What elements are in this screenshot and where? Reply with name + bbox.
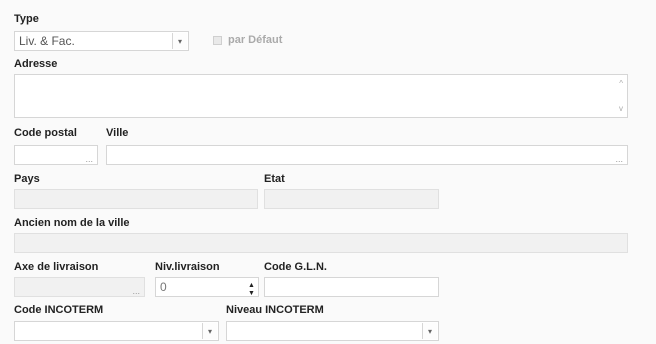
type-label: Type xyxy=(14,13,39,25)
etat-label: Etat xyxy=(264,173,285,185)
axe-livraison-input: ... xyxy=(14,277,145,297)
spin-down-icon[interactable]: ▼ xyxy=(248,290,255,298)
spin-up-icon[interactable]: ▲ xyxy=(248,282,255,290)
pays-label: Pays xyxy=(14,173,40,185)
ancien-nom-input xyxy=(14,233,628,253)
niv-livraison-value: 0 xyxy=(160,280,167,294)
code-postal-label: Code postal xyxy=(14,127,77,139)
code-gln-input[interactable] xyxy=(264,277,439,297)
axe-livraison-label: Axe de livraison xyxy=(14,261,99,273)
browse-icon[interactable]: ... xyxy=(85,155,93,164)
niveau-incoterm-select[interactable]: ▾ xyxy=(226,321,439,341)
ville-label: Ville xyxy=(106,127,129,139)
chevron-down-icon[interactable]: ▾ xyxy=(422,323,437,339)
niv-livraison-stepper[interactable]: 0 ▲ ▼ xyxy=(155,277,259,297)
spinner[interactable]: ▲ ▼ xyxy=(247,281,256,299)
pays-input xyxy=(14,189,258,209)
code-gln-label: Code G.L.N. xyxy=(264,261,327,273)
type-select[interactable]: Liv. & Fac. ▾ xyxy=(14,31,189,51)
adresse-label: Adresse xyxy=(14,58,58,70)
chevron-down-icon[interactable]: ▾ xyxy=(172,33,187,49)
browse-icon[interactable]: ... xyxy=(615,155,623,164)
niv-livraison-label: Niv.livraison xyxy=(155,261,220,273)
niveau-incoterm-label: Niveau INCOTERM xyxy=(226,304,324,316)
code-postal-input[interactable]: ... xyxy=(14,145,98,165)
default-checkbox[interactable] xyxy=(213,36,222,45)
ville-input[interactable]: ... xyxy=(106,145,628,165)
scroll-up-icon[interactable]: ^ xyxy=(619,80,623,88)
type-value: Liv. & Fac. xyxy=(19,34,75,48)
adresse-textarea[interactable]: ^ v xyxy=(14,74,628,118)
default-checkbox-label: par Défaut xyxy=(228,34,283,46)
code-incoterm-select[interactable]: ▾ xyxy=(14,321,219,341)
code-incoterm-label: Code INCOTERM xyxy=(14,304,104,316)
ancien-nom-label: Ancien nom de la ville xyxy=(14,217,130,229)
scroll-down-icon[interactable]: v xyxy=(619,105,623,113)
etat-input xyxy=(264,189,439,209)
browse-icon[interactable]: ... xyxy=(132,287,140,296)
chevron-down-icon[interactable]: ▾ xyxy=(202,323,217,339)
